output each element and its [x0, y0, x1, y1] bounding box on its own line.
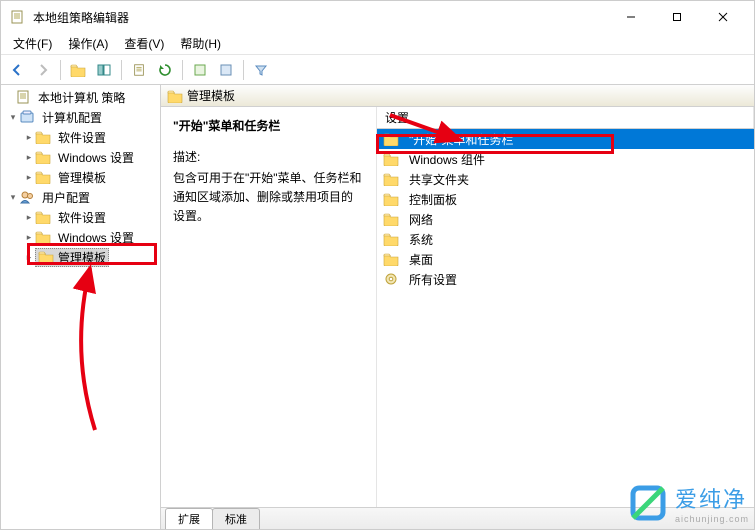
toolbar	[1, 55, 754, 85]
tab-extended[interactable]: 扩展	[165, 508, 213, 529]
user-icon	[19, 189, 35, 205]
folder-icon	[35, 209, 51, 225]
list-item[interactable]: 所有设置	[377, 269, 754, 289]
folder-icon	[383, 151, 399, 167]
watermark: 爱纯净 aichunjing.com	[627, 482, 749, 524]
folder-icon	[383, 191, 399, 207]
close-button[interactable]	[700, 1, 746, 33]
list-item[interactable]: 共享文件夹	[377, 169, 754, 189]
list-item-label: "开始"菜单和任务栏	[409, 131, 514, 148]
list-item[interactable]: 桌面	[377, 249, 754, 269]
folder-icon	[38, 249, 54, 265]
folder-icon	[167, 88, 183, 104]
list-item-label: 网络	[409, 211, 433, 228]
list-header[interactable]: 设置	[377, 107, 754, 129]
chevron-right-icon[interactable]: ▸	[23, 132, 35, 143]
filter-button[interactable]	[249, 58, 273, 82]
policy-icon	[15, 89, 31, 105]
tree-computer-config[interactable]: ▾ 计算机配置	[1, 107, 160, 127]
list-item[interactable]: 控制面板	[377, 189, 754, 209]
tree-label: 管理模板	[58, 169, 106, 186]
list-item-label: 共享文件夹	[409, 171, 469, 188]
list-item-label: 系统	[409, 231, 433, 248]
list-item-label: 控制面板	[409, 191, 457, 208]
minimize-button[interactable]	[608, 1, 654, 33]
tree-root[interactable]: 本地计算机 策略	[1, 87, 160, 107]
tree-label: 计算机配置	[42, 109, 102, 126]
help-button[interactable]	[214, 58, 238, 82]
breadcrumb: 管理模板	[161, 85, 754, 107]
tree-admin-templates-1[interactable]: ▸ 管理模板	[1, 167, 160, 187]
detail-subheading: 描述:	[173, 148, 364, 165]
titlebar: 本地组策略编辑器	[1, 1, 754, 33]
menu-file[interactable]: 文件(F)	[5, 33, 60, 54]
folder-icon	[35, 129, 51, 145]
chevron-right-icon[interactable]: ▸	[23, 152, 35, 163]
tree-label: 本地计算机 策略	[38, 89, 125, 106]
gear-icon	[383, 271, 399, 287]
tree-label: Windows 设置	[58, 229, 134, 246]
tree-user-config[interactable]: ▾ 用户配置	[1, 187, 160, 207]
list-item[interactable]: 网络	[377, 209, 754, 229]
column-header-setting[interactable]: 设置	[377, 107, 754, 128]
menu-view[interactable]: 查看(V)	[116, 33, 172, 54]
folder-icon	[383, 251, 399, 267]
tree-pane[interactable]: 本地计算机 策略 ▾ 计算机配置 ▸ 软件设置 ▸ Windows 设置 ▸ 管…	[1, 85, 161, 529]
list-item[interactable]: "开始"菜单和任务栏	[377, 129, 754, 149]
watermark-text: 爱纯净	[675, 482, 749, 514]
chevron-right-icon[interactable]: ▸	[23, 172, 35, 183]
window-title: 本地组策略编辑器	[33, 9, 608, 26]
list-item-label: 桌面	[409, 251, 433, 268]
watermark-sub: aichunjing.com	[675, 514, 749, 524]
show-hide-tree-button[interactable]	[92, 58, 116, 82]
breadcrumb-label: 管理模板	[187, 87, 235, 104]
up-button[interactable]	[66, 58, 90, 82]
tree-label: 管理模板	[58, 249, 106, 266]
chevron-down-icon[interactable]: ▾	[7, 112, 19, 123]
tree-label: Windows 设置	[58, 149, 134, 166]
chevron-right-icon[interactable]: ▸	[23, 232, 35, 243]
chevron-right-icon[interactable]: ▸	[23, 212, 35, 223]
detail-description: 包含可用于在"开始"菜单、任务栏和通知区域添加、删除或禁用项目的设置。	[173, 169, 364, 227]
tree-label: 软件设置	[58, 129, 106, 146]
tree-windows-settings-2[interactable]: ▸ Windows 设置	[1, 227, 160, 247]
list-pane: 设置 "开始"菜单和任务栏 Windows 组件共享文件夹控制面板网络系统桌面所有…	[376, 107, 754, 507]
chevron-right-icon[interactable]: ▸	[23, 252, 35, 263]
tab-standard[interactable]: 标准	[212, 508, 260, 529]
back-button[interactable]	[5, 58, 29, 82]
menu-action[interactable]: 操作(A)	[60, 33, 116, 54]
watermark-logo-icon	[627, 482, 669, 524]
detail-title: "开始"菜单和任务栏	[173, 117, 364, 134]
folder-icon	[383, 131, 399, 147]
properties-button[interactable]	[127, 58, 151, 82]
detail-pane: "开始"菜单和任务栏 描述: 包含可用于在"开始"菜单、任务栏和通知区域添加、删…	[161, 107, 376, 507]
tree-software-settings-1[interactable]: ▸ 软件设置	[1, 127, 160, 147]
export-button[interactable]	[188, 58, 212, 82]
tree-software-settings-2[interactable]: ▸ 软件设置	[1, 207, 160, 227]
folder-icon	[383, 231, 399, 247]
menu-help[interactable]: 帮助(H)	[172, 33, 229, 54]
folder-icon	[383, 211, 399, 227]
forward-button[interactable]	[31, 58, 55, 82]
chevron-down-icon[interactable]: ▾	[7, 192, 19, 203]
folder-icon	[35, 169, 51, 185]
menubar: 文件(F) 操作(A) 查看(V) 帮助(H)	[1, 33, 754, 55]
folder-icon	[35, 149, 51, 165]
maximize-button[interactable]	[654, 1, 700, 33]
tree-label: 用户配置	[42, 189, 90, 206]
list-item[interactable]: 系统	[377, 229, 754, 249]
computer-icon	[19, 109, 35, 125]
tree-label: 软件设置	[58, 209, 106, 226]
app-icon	[9, 9, 25, 25]
folder-icon	[35, 229, 51, 245]
list-item-label: Windows 组件	[409, 151, 485, 168]
tree-windows-settings-1[interactable]: ▸ Windows 设置	[1, 147, 160, 167]
refresh-button[interactable]	[153, 58, 177, 82]
list-item[interactable]: Windows 组件	[377, 149, 754, 169]
list-item-label: 所有设置	[409, 271, 457, 288]
tree-admin-templates-2[interactable]: ▸ 管理模板	[1, 247, 160, 267]
folder-icon	[383, 171, 399, 187]
